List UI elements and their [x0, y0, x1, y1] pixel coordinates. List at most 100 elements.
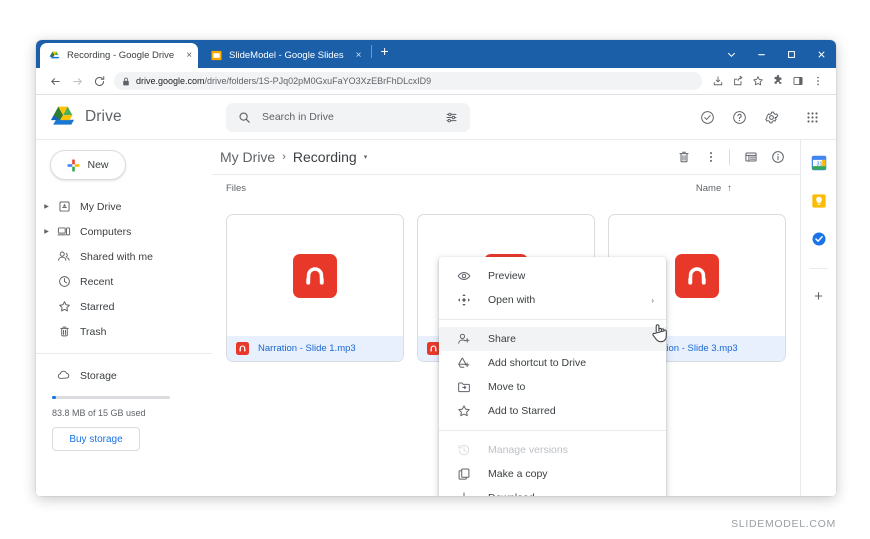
browser-tab-recording[interactable]: Recording - Google Drive ×: [40, 43, 199, 68]
tab-close-icon[interactable]: ×: [356, 50, 362, 61]
tab-title: Recording - Google Drive: [67, 50, 175, 61]
google-calendar-icon[interactable]: 31: [810, 154, 828, 172]
maximize-icon[interactable]: [776, 40, 806, 68]
context-menu-divider: [439, 430, 666, 431]
sidebar-item-trash[interactable]: Trash: [36, 319, 212, 344]
history-icon: [453, 443, 475, 457]
side-apps-rail: 31 +: [800, 140, 836, 496]
address-bar-text: drive.google.com/drive/folders/1S-PJq02p…: [136, 76, 431, 86]
context-menu-item-add-to-starred[interactable]: Add to Starred: [439, 399, 666, 423]
add-app-plus-icon[interactable]: +: [810, 287, 828, 305]
sidebar-item-storage[interactable]: Storage: [36, 363, 212, 388]
install-icon[interactable]: [708, 70, 728, 92]
address-bar[interactable]: drive.google.com/drive/folders/1S-PJq02p…: [114, 72, 702, 90]
more-vertical-icon[interactable]: [699, 145, 723, 169]
open-with-icon: [453, 293, 475, 307]
lock-icon: [122, 77, 130, 86]
context-menu-item-label: Manage versions: [488, 444, 568, 456]
tab-close-icon[interactable]: ×: [186, 50, 192, 61]
support-status-icon[interactable]: [694, 104, 721, 131]
toolbar-trash-icon[interactable]: [672, 145, 696, 169]
file-card-footer: Narration - Slide 1.mp3: [227, 336, 403, 361]
share-icon[interactable]: [728, 70, 748, 92]
file-context-menu: Preview Open with › Share Add shortcut t…: [439, 257, 666, 496]
chevron-right-icon: ›: [651, 295, 654, 305]
tab-divider: [371, 44, 373, 58]
chevron-right-icon[interactable]: ▶: [40, 203, 53, 210]
close-icon[interactable]: [806, 40, 836, 68]
context-menu-item-download[interactable]: Download: [439, 486, 666, 496]
storage-usage-text: 83.8 MB of 15 GB used: [52, 408, 146, 418]
audio-file-icon: [236, 342, 249, 355]
buy-storage-button[interactable]: Buy storage: [52, 427, 140, 451]
storage-progress-bar: [52, 396, 170, 399]
trash-icon: [53, 325, 75, 338]
sidebar-item-starred[interactable]: Starred: [36, 294, 212, 319]
list-view-icon[interactable]: [739, 145, 763, 169]
sort-ascending-icon: ↑: [727, 183, 732, 194]
sidebar-item-label: Storage: [80, 369, 117, 382]
reload-icon[interactable]: [88, 70, 110, 92]
chevron-down-icon[interactable]: ▾: [364, 153, 368, 161]
google-keep-icon[interactable]: [810, 192, 828, 210]
drive-icon: [49, 50, 60, 61]
context-menu-item-add-shortcut-to-drive[interactable]: Add shortcut to Drive: [439, 351, 666, 375]
help-icon[interactable]: [726, 104, 753, 131]
sidebar: New ▶ My Drive ▶ Computers Shared with m…: [36, 140, 212, 496]
minimize-icon[interactable]: [746, 40, 776, 68]
slides-icon: [211, 50, 222, 61]
star-outline-icon: [453, 404, 475, 418]
download-icon: [453, 491, 475, 496]
new-tab-button[interactable]: +: [380, 44, 388, 58]
context-menu-item-make-a-copy[interactable]: Make a copy: [439, 462, 666, 486]
chevron-right-icon[interactable]: ▶: [40, 228, 53, 235]
drive-brand-label: Drive: [85, 108, 122, 125]
context-menu-item-label: Open with: [488, 294, 536, 306]
star-icon: [53, 300, 75, 313]
back-arrow-icon[interactable]: [44, 70, 66, 92]
search-input[interactable]: Search in Drive: [226, 102, 470, 132]
chrome-menu-icon[interactable]: [808, 70, 828, 92]
drive-logo-icon: [50, 106, 76, 129]
tune-icon[interactable]: [445, 111, 458, 124]
files-section-label: Files: [226, 183, 247, 194]
sidebar-item-shared-with-me[interactable]: Shared with me: [36, 244, 212, 269]
browser-toolbar: drive.google.com/drive/folders/1S-PJq02p…: [36, 68, 836, 95]
chevron-down-icon[interactable]: [716, 40, 746, 68]
context-menu-item-move-to[interactable]: Move to: [439, 375, 666, 399]
context-menu-item-share[interactable]: Share: [439, 327, 666, 351]
settings-gear-icon[interactable]: [758, 104, 785, 131]
drive-brand[interactable]: Drive: [50, 106, 226, 129]
sidebar-item-label: Starred: [80, 300, 115, 313]
details-info-icon[interactable]: [766, 145, 790, 169]
sidebar-item-recent[interactable]: Recent: [36, 269, 212, 294]
extensions-icon[interactable]: [768, 70, 788, 92]
drive-body: New ▶ My Drive ▶ Computers Shared with m…: [36, 140, 836, 496]
context-menu-item-label: Make a copy: [488, 468, 548, 480]
sidebar-item-my-drive[interactable]: ▶ My Drive: [36, 194, 212, 219]
breadcrumb-current[interactable]: Recording: [293, 149, 357, 165]
address-host: drive.google.com: [136, 76, 205, 86]
sort-by-name-header[interactable]: Name ↑: [696, 183, 738, 194]
google-apps-grid-icon[interactable]: [799, 104, 826, 131]
breadcrumb-root[interactable]: My Drive: [220, 149, 275, 165]
sidebar-item-computers[interactable]: ▶ Computers: [36, 219, 212, 244]
context-menu-item-open-with[interactable]: Open with ›: [439, 288, 666, 312]
browser-window: Recording - Google Drive × SlideModel - …: [36, 40, 836, 496]
sidebar-item-label: My Drive: [80, 200, 122, 213]
side-panel-icon[interactable]: [788, 70, 808, 92]
forward-arrow-icon[interactable]: [66, 70, 88, 92]
copy-icon: [453, 467, 475, 481]
new-button[interactable]: New: [50, 150, 126, 180]
context-menu-item-preview[interactable]: Preview: [439, 264, 666, 288]
bookmark-star-icon[interactable]: [748, 70, 768, 92]
breadcrumb-separator: ›: [282, 151, 286, 163]
browser-tab-slidemodel[interactable]: SlideModel - Google Slides ×: [202, 43, 367, 68]
context-menu-item-manage-versions: Manage versions: [439, 438, 666, 462]
sidebar-item-label: Trash: [80, 325, 107, 338]
clock-icon: [53, 275, 75, 288]
context-menu-item-label: Preview: [488, 270, 526, 282]
file-card[interactable]: Narration - Slide 1.mp3: [226, 214, 404, 362]
google-tasks-icon[interactable]: [810, 230, 828, 248]
file-name: Narration - Slide 1.mp3: [258, 343, 356, 354]
